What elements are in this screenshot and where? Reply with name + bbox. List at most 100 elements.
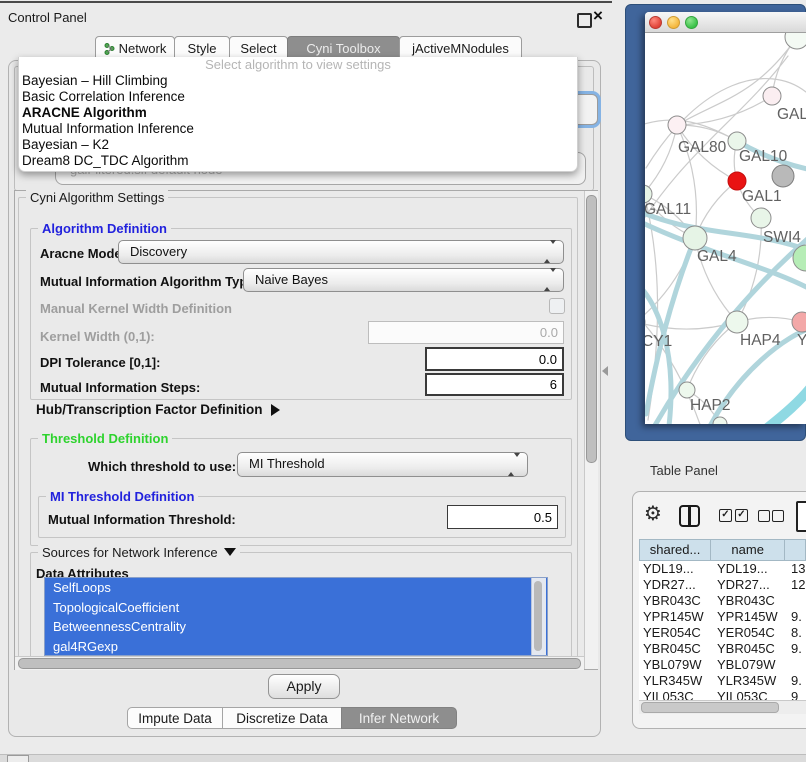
mi-steps-input[interactable] bbox=[425, 373, 564, 396]
select-all-check-icon[interactable]: ✓ bbox=[735, 509, 748, 522]
algorithm-option[interactable]: Dream8 DC_TDC Algorithm bbox=[19, 153, 577, 169]
collapse-down-icon[interactable] bbox=[224, 548, 236, 556]
select-all-check-icon[interactable]: ✓ bbox=[719, 509, 732, 522]
mi-type-value: Naive Bayes bbox=[255, 272, 328, 287]
table-cell: YER054C bbox=[717, 625, 775, 641]
table-row[interactable]: YBL079WYBL079W bbox=[639, 657, 806, 673]
column-header-partial[interactable] bbox=[785, 540, 805, 560]
table-cell: 12 bbox=[791, 577, 805, 593]
network-node[interactable] bbox=[792, 312, 806, 332]
table-cell: YER054C bbox=[643, 625, 701, 641]
network-edge[interactable] bbox=[687, 322, 737, 390]
table-cell: YIL053C bbox=[643, 689, 694, 700]
network-node-label: HAP4 bbox=[740, 332, 781, 349]
network-edge-thick[interactable] bbox=[757, 386, 806, 424]
attribute-list-item[interactable]: BetweennessCentrality bbox=[45, 617, 547, 637]
network-window-titlebar[interactable] bbox=[645, 12, 806, 33]
attribute-list-item[interactable]: TopologicalCoefficient bbox=[45, 598, 547, 618]
attribute-list-item[interactable]: SelfLoops bbox=[45, 578, 547, 598]
dpi-tolerance-input[interactable] bbox=[425, 347, 564, 371]
table-cell: 9. bbox=[791, 641, 802, 657]
sources-legend[interactable]: Sources for Network Inference bbox=[38, 545, 240, 560]
table-panel-title: Table Panel bbox=[650, 463, 718, 478]
page-icon[interactable] bbox=[796, 501, 806, 532]
table-cell: YBR045C bbox=[643, 641, 701, 657]
algorithm-option[interactable]: ARACNE Algorithm bbox=[19, 105, 577, 121]
network-node[interactable] bbox=[772, 165, 794, 187]
algorithm-option[interactable]: Mutual Information Inference bbox=[19, 121, 577, 137]
zoom-traffic-light-icon[interactable] bbox=[685, 16, 698, 29]
column-header-name[interactable]: name bbox=[711, 540, 785, 560]
table-row[interactable]: YER054CYER054C8. bbox=[639, 625, 806, 641]
network-canvas-svg[interactable]: GALGAL80GAL10GAL1GAL11GAL4SWI4GCY1HAP4YH… bbox=[645, 33, 806, 424]
which-threshold-combobox[interactable]: MI Threshold bbox=[237, 452, 528, 477]
panel-resize-arrow[interactable] bbox=[602, 366, 608, 376]
tab-label: Network bbox=[119, 41, 167, 56]
network-node-label: GAL4 bbox=[697, 248, 737, 265]
corner-grip-icon[interactable] bbox=[7, 755, 29, 762]
network-node[interactable] bbox=[668, 116, 686, 134]
network-node-label: GAL1 bbox=[742, 188, 782, 205]
network-node-label: HAP2 bbox=[690, 397, 731, 414]
table-row[interactable]: YDL19...YDL19...13 bbox=[639, 561, 806, 577]
mi-type-combobox[interactable]: Naive Bayes bbox=[243, 268, 564, 292]
network-node[interactable] bbox=[763, 87, 781, 105]
settings-hscroll-thumb[interactable] bbox=[18, 658, 581, 669]
network-node[interactable] bbox=[683, 226, 707, 250]
algorithm-option[interactable]: Basic Correlation Inference bbox=[19, 89, 577, 105]
window-top-edge bbox=[0, 1, 612, 3]
table-cell: 13 bbox=[791, 561, 805, 577]
settings-vscroll-thumb[interactable] bbox=[586, 195, 597, 463]
table-row[interactable]: YPR145WYPR145W9. bbox=[639, 609, 806, 625]
network-node[interactable] bbox=[679, 382, 695, 398]
threshold-definition-legend: Threshold Definition bbox=[38, 431, 172, 446]
column-header-shared-name[interactable]: shared... bbox=[640, 540, 711, 560]
algorithm-option[interactable]: Bayesian – K2 bbox=[19, 137, 577, 153]
network-node[interactable] bbox=[726, 311, 748, 333]
table-hscroll-thumb[interactable] bbox=[641, 702, 779, 713]
table-row[interactable]: YBR045CYBR045C9. bbox=[639, 641, 806, 657]
table-cell: YDR27... bbox=[643, 577, 696, 593]
columns-icon[interactable] bbox=[679, 505, 700, 527]
expand-right-icon[interactable] bbox=[271, 404, 280, 416]
cyni-settings-legend: Cyni Algorithm Settings bbox=[26, 190, 168, 205]
gear-icon[interactable]: ⚙ bbox=[644, 501, 662, 525]
algorithm-option[interactable]: Bayesian – Hill Climbing bbox=[19, 73, 577, 89]
hub-definition-toggle[interactable]: Hub/Transcription Factor Definition bbox=[36, 402, 280, 417]
network-node[interactable] bbox=[785, 33, 806, 49]
minimize-traffic-light-icon[interactable] bbox=[667, 16, 680, 29]
tab-infer-network[interactable]: Infer Network bbox=[341, 707, 457, 729]
which-threshold-value: MI Threshold bbox=[249, 456, 325, 471]
deselect-all-icon[interactable] bbox=[758, 510, 770, 522]
deselect-all-icon[interactable] bbox=[772, 510, 784, 522]
table-row[interactable]: YBR043CYBR043C bbox=[639, 593, 806, 609]
stepper-icon bbox=[508, 454, 520, 476]
apply-button[interactable]: Apply bbox=[268, 674, 340, 699]
table-row[interactable]: YIL053CYIL053C9 bbox=[639, 689, 806, 700]
table-cell: YBL079W bbox=[643, 657, 702, 673]
table-row[interactable]: YDR27...YDR27...12 bbox=[639, 577, 806, 593]
table-rows: YDL19...YDL19...13YDR27...YDR27...12YBR0… bbox=[639, 561, 806, 700]
attribute-list-item[interactable]: gal4RGexp bbox=[45, 637, 547, 657]
network-node-label: GAL10 bbox=[739, 148, 788, 165]
tab-discretize-data[interactable]: Discretize Data bbox=[222, 707, 342, 729]
aracne-mode-combobox[interactable]: Discovery bbox=[118, 240, 564, 264]
mi-type-label: Mutual Information Algorithm Type: bbox=[40, 274, 259, 289]
network-node-label: SWI4 bbox=[763, 229, 801, 246]
close-icon[interactable]: × bbox=[593, 6, 603, 26]
table-row[interactable]: YLR345WYLR345W9. bbox=[639, 673, 806, 689]
network-node-label: Y bbox=[797, 332, 806, 349]
float-window-icon[interactable] bbox=[577, 13, 592, 28]
mi-threshold-label: Mutual Information Threshold: bbox=[48, 512, 236, 527]
attributes-scrollbar-thumb[interactable] bbox=[534, 581, 542, 651]
network-tab-icon bbox=[104, 39, 115, 51]
close-traffic-light-icon[interactable] bbox=[649, 16, 662, 29]
kernel-width-input bbox=[368, 321, 564, 344]
table-cell: YDL19... bbox=[717, 561, 768, 577]
network-edge[interactable] bbox=[645, 125, 677, 194]
network-edge[interactable] bbox=[645, 120, 737, 141]
status-strip bbox=[0, 754, 806, 762]
mi-threshold-input[interactable] bbox=[447, 505, 558, 529]
network-node[interactable] bbox=[751, 208, 771, 228]
tab-impute-data[interactable]: Impute Data bbox=[127, 707, 223, 729]
